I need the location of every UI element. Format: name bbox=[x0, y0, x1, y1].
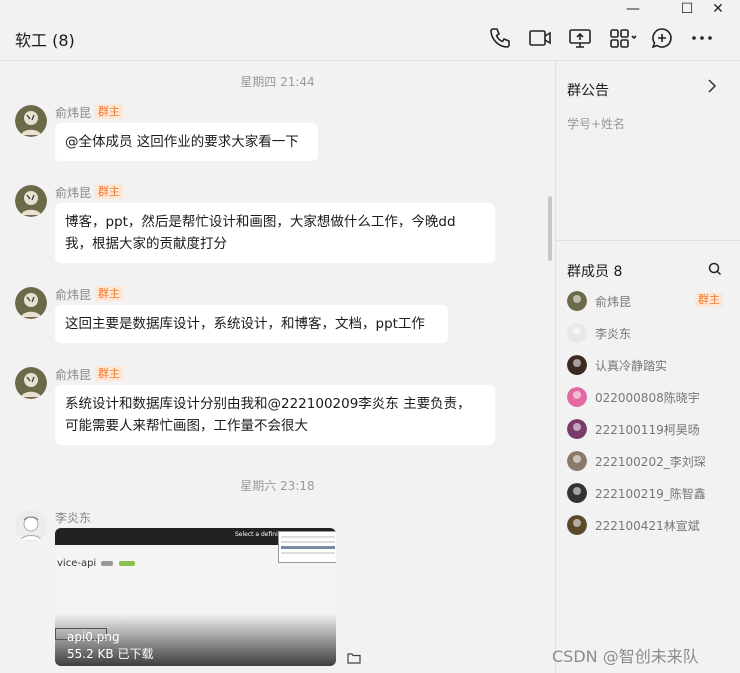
member-name: 李炎东 bbox=[595, 327, 632, 341]
member-avatar[interactable] bbox=[567, 419, 587, 439]
chevron-right-icon[interactable] bbox=[706, 78, 718, 98]
owner-badge: 群主 bbox=[95, 286, 123, 301]
message-bubble[interactable]: 博客，ppt，然后是帮忙设计和画图，大家想做什么工作，今晚dd 我，根据大家的贡… bbox=[55, 203, 495, 263]
video-call-icon[interactable] bbox=[528, 26, 552, 50]
member-avatar[interactable] bbox=[567, 291, 587, 311]
avatar[interactable] bbox=[15, 105, 47, 137]
announcement-text: 学号+姓名 bbox=[567, 117, 626, 131]
watermark: CSDN @智创未来队 bbox=[552, 647, 699, 666]
message-text-line: 我，根据大家的贡献度打分 bbox=[65, 236, 227, 252]
phone-icon[interactable] bbox=[488, 26, 512, 50]
sender-name: 李炎东 bbox=[55, 511, 92, 525]
member-name: 俞炜昆 bbox=[595, 295, 632, 309]
member-avatar[interactable] bbox=[567, 515, 587, 535]
member-avatar[interactable] bbox=[567, 323, 587, 343]
image-attachment[interactable]: Select a definition vice-api api0.png 55… bbox=[55, 528, 336, 666]
member-item[interactable]: 222100202_李刘琛 bbox=[567, 450, 737, 472]
member-avatar[interactable] bbox=[567, 483, 587, 503]
chat-title: 软工 (8) bbox=[15, 31, 75, 50]
member-avatar[interactable] bbox=[567, 355, 587, 375]
message-bubble[interactable]: 这回主要是数据库设计，系统设计，和博客，文档，ppt工作 bbox=[55, 305, 448, 343]
open-folder-icon[interactable] bbox=[347, 650, 361, 664]
preview-dropdown bbox=[278, 531, 336, 563]
preview-heading: vice-api bbox=[57, 558, 135, 569]
divider bbox=[556, 240, 740, 241]
owner-badge: 群主 bbox=[95, 184, 123, 199]
announcement-title[interactable]: 群公告 bbox=[567, 80, 609, 100]
message-bubble[interactable]: @全体成员 这回作业的要求大家看一下 bbox=[55, 123, 318, 161]
message-text: @全体成员 这回作业的要求大家看一下 bbox=[65, 134, 299, 150]
avatar[interactable] bbox=[15, 367, 47, 399]
more-icon[interactable] bbox=[690, 26, 714, 50]
owner-badge: 群主 bbox=[95, 104, 123, 119]
owner-badge: 群主 bbox=[695, 293, 723, 307]
member-name: 222100119柯昊旸 bbox=[595, 423, 700, 437]
member-item[interactable]: 俞炜昆 群主 bbox=[567, 290, 737, 312]
avatar[interactable] bbox=[15, 287, 47, 319]
member-name: 222100421林宣斌 bbox=[595, 519, 700, 533]
member-item[interactable]: 222100421林宣斌 bbox=[567, 514, 737, 536]
maximize-button[interactable]: ☐ bbox=[676, 2, 698, 16]
search-icon[interactable] bbox=[707, 261, 723, 277]
group-info-panel: 群公告 学号+姓名 群成员 8 俞炜昆 群主李炎东认真冷静踏实 022000808陈… bbox=[556, 61, 740, 673]
sender-name: 俞炜昆 bbox=[55, 186, 92, 200]
member-item[interactable]: 222100219_陈智鑫 bbox=[567, 482, 737, 504]
message-text: 这回主要是数据库设计，系统设计，和博客，文档，ppt工作 bbox=[65, 316, 425, 332]
minimize-button[interactable]: — bbox=[622, 2, 644, 16]
member-item[interactable]: 022000808陈晓宇 bbox=[567, 386, 737, 408]
screen-share-icon[interactable] bbox=[568, 26, 592, 50]
sender-name: 俞炜昆 bbox=[55, 288, 92, 302]
chat-panel[interactable]: 星期四 21:44 俞炜昆 群主 @全体成员 这回作业的要求大家看一下 俞炜昆 … bbox=[0, 61, 555, 673]
sender-name: 俞炜昆 bbox=[55, 106, 92, 120]
apps-grid-icon[interactable] bbox=[608, 26, 638, 50]
sender-name: 俞炜昆 bbox=[55, 368, 92, 382]
scrollbar-thumb[interactable] bbox=[548, 196, 552, 261]
title-bar: 软工 (8) — ☐ ✕ bbox=[0, 0, 740, 61]
avatar[interactable] bbox=[15, 185, 47, 217]
message-bubble[interactable]: 系统设计和数据库设计分别由我和@222100209李炎东 主要负责， 可能需要人… bbox=[55, 385, 495, 445]
file-info: 55.2 KB 已下载 bbox=[67, 647, 154, 661]
message-text-line: 系统设计和数据库设计分别由我和@222100209李炎东 主要负责， bbox=[65, 396, 471, 412]
message-text-line: 博客，ppt，然后是帮忙设计和画图，大家想做什么工作，今晚dd bbox=[65, 214, 456, 230]
member-item[interactable]: 认真冷静踏实 bbox=[567, 354, 737, 376]
owner-badge: 群主 bbox=[95, 366, 123, 381]
member-name: 222100202_李刘琛 bbox=[595, 455, 706, 469]
message-text-line: 可能需要人来帮忙画图，工作量不会很大 bbox=[65, 418, 308, 434]
member-item[interactable]: 李炎东 bbox=[567, 322, 737, 344]
member-avatar[interactable] bbox=[567, 451, 587, 471]
close-button[interactable]: ✕ bbox=[707, 2, 729, 16]
member-name: 222100219_陈智鑫 bbox=[595, 487, 706, 501]
timestamp: 星期六 23:18 bbox=[240, 479, 315, 493]
add-chat-icon[interactable] bbox=[650, 26, 674, 50]
member-name: 022000808陈晓宇 bbox=[595, 391, 700, 405]
members-title: 群成员 8 bbox=[567, 264, 623, 280]
timestamp: 星期四 21:44 bbox=[240, 75, 315, 89]
file-name: api0.png bbox=[67, 630, 120, 644]
member-item[interactable]: 222100119柯昊旸 bbox=[567, 418, 737, 440]
member-name: 认真冷静踏实 bbox=[595, 359, 668, 373]
member-avatar[interactable] bbox=[567, 387, 587, 407]
avatar[interactable] bbox=[15, 510, 47, 542]
